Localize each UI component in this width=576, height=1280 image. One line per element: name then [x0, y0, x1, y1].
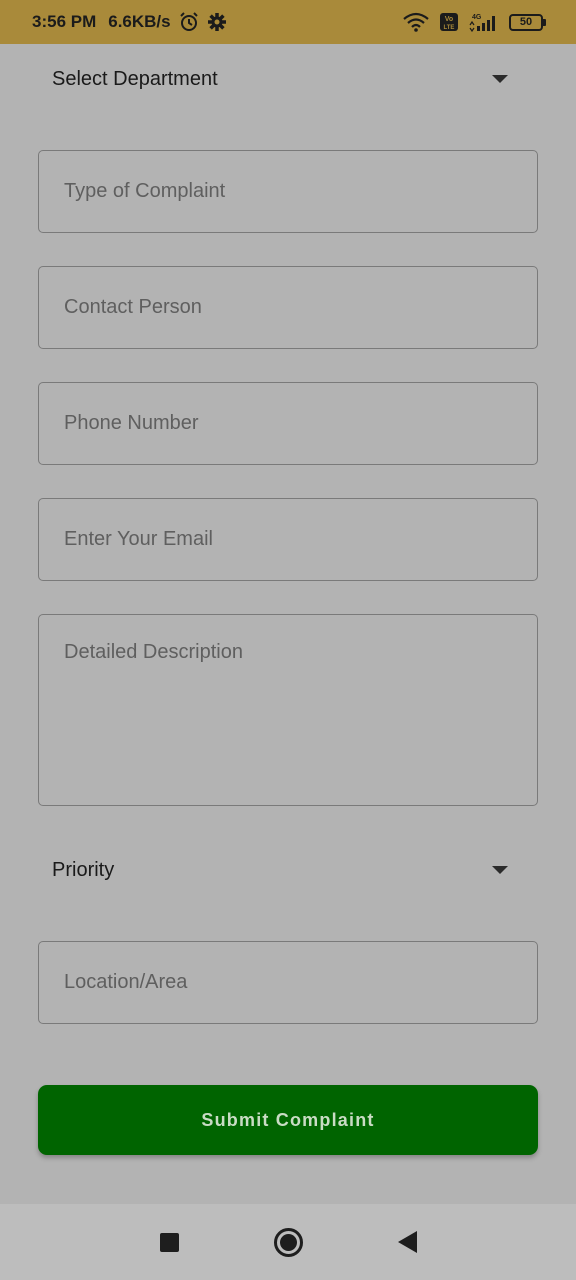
department-select[interactable]: Select Department	[38, 51, 538, 107]
svg-text:LTE: LTE	[444, 25, 455, 31]
status-time: 3:56 PM	[32, 12, 97, 31]
complaint-type-field[interactable]: Type of Complaint	[38, 150, 538, 233]
battery-icon: 50	[509, 13, 546, 31]
status-right: Vo LTE 4G 50	[403, 12, 546, 32]
email-field[interactable]: Enter Your Email	[38, 498, 538, 581]
complaint-type-placeholder: Type of Complaint	[64, 180, 226, 202]
recent-apps-icon[interactable]	[159, 1232, 179, 1252]
gear-icon	[207, 12, 227, 32]
navigation-bar	[0, 1204, 576, 1280]
description-placeholder: Detailed Description	[64, 641, 243, 663]
department-select-label: Select Department	[52, 67, 218, 90]
phone-number-placeholder: Phone Number	[64, 412, 199, 434]
submit-complaint-button[interactable]: Submit Complaint	[38, 1085, 538, 1155]
status-speed: 6.6KB/s	[108, 12, 171, 31]
battery-tip	[543, 18, 546, 26]
priority-select[interactable]: Priority	[38, 842, 538, 898]
contact-person-field[interactable]: Contact Person	[38, 266, 538, 349]
chevron-down-icon	[492, 75, 508, 83]
home-icon-inner	[279, 1233, 297, 1251]
back-icon[interactable]	[397, 1231, 417, 1253]
volte-icon: Vo LTE	[439, 12, 459, 32]
alarm-icon	[179, 12, 199, 32]
contact-person-placeholder: Contact Person	[64, 296, 202, 318]
status-left: 3:56 PM 6.6KB/s	[32, 12, 227, 32]
priority-select-label: Priority	[52, 858, 115, 881]
description-field[interactable]: Detailed Description	[38, 614, 538, 806]
home-icon[interactable]	[273, 1227, 303, 1257]
status-bar: 3:56 PM 6.6KB/s Vo LTE 4G 50	[0, 0, 576, 44]
email-placeholder: Enter Your Email	[64, 528, 213, 550]
svg-text:Vo: Vo	[445, 16, 453, 23]
phone-number-field[interactable]: Phone Number	[38, 382, 538, 465]
svg-text:4G: 4G	[472, 14, 482, 21]
signal-icon: 4G	[469, 12, 499, 32]
battery-level: 50	[509, 13, 543, 31]
wifi-icon	[403, 12, 429, 32]
chevron-down-icon	[492, 866, 508, 874]
location-placeholder: Location/Area	[64, 971, 188, 993]
location-field[interactable]: Location/Area	[38, 941, 538, 1024]
